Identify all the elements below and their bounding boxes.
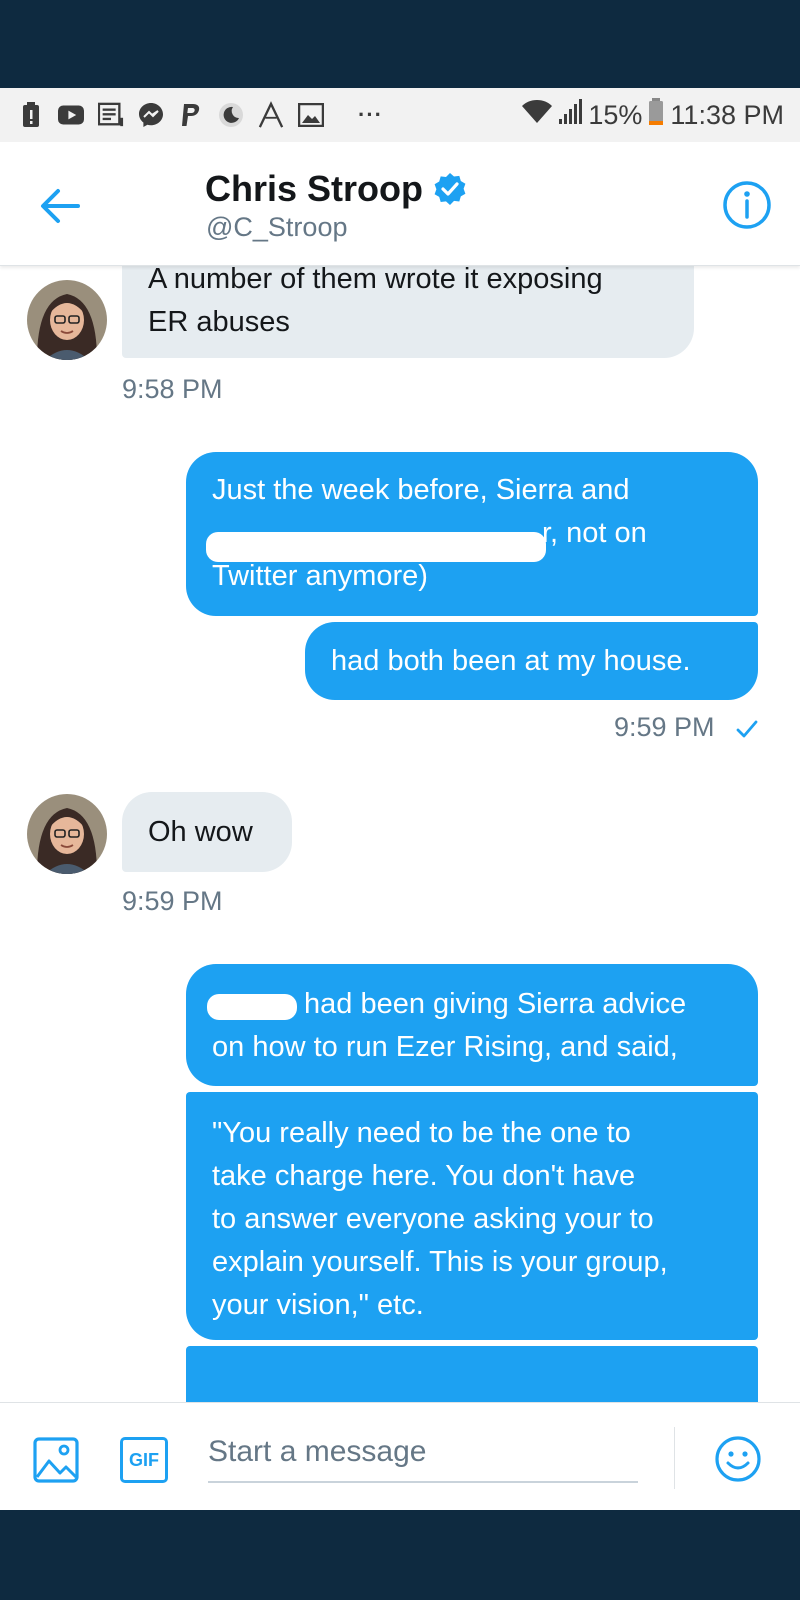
message-line: your vision," etc. <box>212 1289 424 1321</box>
signal-icon <box>558 98 583 132</box>
battery-icon <box>648 97 664 133</box>
emoji-button[interactable] <box>714 1435 762 1483</box>
clock: 11:38 PM <box>670 99 784 130</box>
outgoing-message[interactable]: "You really need to be the one to take c… <box>186 1092 758 1340</box>
avatar-portrait-icon <box>27 794 107 874</box>
conversation-info-button[interactable] <box>722 180 772 230</box>
incoming-message[interactable]: Oh wow <box>122 792 292 872</box>
info-icon <box>723 181 771 229</box>
bottom-frame-band <box>0 1510 800 1600</box>
paypal-icon <box>178 102 204 128</box>
alert-icon <box>18 102 44 128</box>
message-line: "You really need to be the one to <box>212 1117 631 1149</box>
message-line: ER abuses <box>148 306 290 338</box>
outgoing-message[interactable] <box>186 1346 758 1402</box>
message-composer: GIF <box>0 1402 800 1510</box>
status-bar: ··· 15% 11:38 PM <box>0 88 800 142</box>
avatar-portrait-icon <box>27 280 107 360</box>
youtube-icon <box>58 102 84 128</box>
conversation-header: Chris Stroop @C_Stroop <box>0 142 800 266</box>
message-input[interactable] <box>208 1423 638 1483</box>
message-line: take charge here. You don't have <box>212 1160 636 1192</box>
outgoing-message[interactable]: had been giving Sierra advice on how to … <box>186 964 758 1086</box>
conversation-title[interactable]: Chris Stroop <box>205 168 467 210</box>
message-thread[interactable]: A number of them wrote it exposing ER ab… <box>0 266 800 1402</box>
redaction-mark <box>207 994 297 1020</box>
back-button[interactable] <box>38 186 86 226</box>
aurora-icon <box>258 101 284 128</box>
message-line: on how to run Ezer Rising, and said, <box>212 1031 678 1063</box>
redaction-mark <box>206 532 546 562</box>
messenger-icon <box>138 102 164 128</box>
message-line: to answer everyone asking your to <box>212 1203 654 1235</box>
top-frame-band <box>0 0 800 88</box>
wifi-icon <box>522 99 553 131</box>
message-line: Just the week before, Sierra and <box>212 474 630 506</box>
battery-percent: 15% <box>588 99 643 130</box>
more-notifications: ··· <box>358 102 383 127</box>
message-timestamp: 9:59 PM <box>122 886 223 916</box>
message-timestamp: 9:58 PM <box>122 374 223 404</box>
message-line: Oh wow <box>148 816 253 848</box>
gallery-icon <box>298 102 324 128</box>
message-line: explain yourself. This is your group, <box>212 1246 668 1278</box>
read-check-icon <box>736 720 758 738</box>
smiley-icon <box>715 1436 761 1482</box>
incoming-message[interactable]: A number of them wrote it exposing ER ab… <box>122 266 694 358</box>
arrow-left-icon <box>41 189 80 223</box>
verified-badge-icon <box>434 173 466 205</box>
timestamp-text: 9:59 PM <box>614 712 715 742</box>
contact-name: Chris Stroop <box>205 168 424 209</box>
outgoing-message[interactable]: had both been at my house. <box>305 622 758 700</box>
add-gif-button[interactable]: GIF <box>120 1437 168 1483</box>
news-icon <box>98 102 124 128</box>
message-timestamp: 9:59 PM <box>614 712 758 743</box>
moon-icon <box>218 102 244 128</box>
contact-handle: @C_Stroop <box>206 212 348 242</box>
composer-divider <box>674 1427 675 1489</box>
message-line: had both been at my house. <box>331 645 691 677</box>
image-icon <box>33 1437 79 1483</box>
message-line: A number of them wrote it exposing <box>148 266 603 295</box>
contact-avatar[interactable] <box>27 794 107 874</box>
contact-avatar[interactable] <box>27 280 107 360</box>
add-photo-button[interactable] <box>33 1437 79 1483</box>
